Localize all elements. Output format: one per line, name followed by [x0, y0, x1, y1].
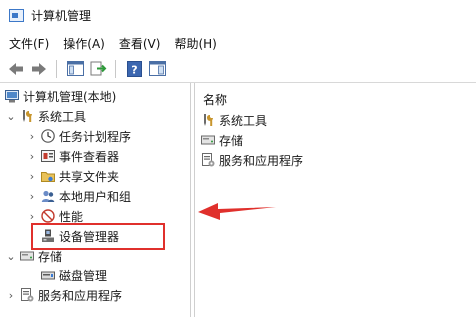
event-viewer-icon	[41, 149, 55, 163]
list-item[interactable]: 服务和应用程序	[201, 150, 303, 170]
tree-item-shared-folders[interactable]: › 共享文件夹	[26, 166, 119, 186]
svg-text:?: ?	[131, 63, 137, 76]
tree-item-system-tools[interactable]: ⌄ 系统工具	[5, 106, 86, 126]
disk-management-icon	[41, 268, 55, 282]
performance-icon	[41, 209, 55, 223]
title-bar: 计算机管理	[0, 0, 476, 30]
tree-item-label: 服务和应用程序	[38, 288, 123, 303]
properties-view-icon[interactable]	[147, 59, 167, 79]
storage-icon	[20, 249, 34, 263]
tools-icon	[20, 109, 34, 123]
list-item[interactable]: 系统工具	[201, 110, 267, 130]
chevron-right-icon[interactable]: ›	[26, 170, 38, 183]
list-item[interactable]: 存储	[201, 130, 243, 150]
tree-item-label: 存储	[38, 249, 63, 264]
tree-item-label: 共享文件夹	[59, 169, 120, 184]
chevron-down-icon[interactable]: ⌄	[5, 250, 17, 263]
help-icon[interactable]: ?	[124, 59, 144, 79]
highlight-box	[31, 223, 165, 250]
list-item-label: 存储	[219, 133, 244, 148]
show-hide-console-tree-icon[interactable]	[65, 59, 85, 79]
tree-item-task-scheduler[interactable]: › 任务计划程序	[26, 126, 131, 146]
chevron-right-icon[interactable]: ›	[26, 210, 38, 223]
tree-item-event-viewer[interactable]: › 事件查看器	[26, 146, 119, 166]
toolbar: ?	[0, 55, 476, 83]
console-tree-pane[interactable]: 计算机管理(本地) ⌄ 系统工具 › 任务计划程序 › 事件查看器 › 共享文件…	[0, 83, 191, 317]
tree-item-label: 磁盘管理	[59, 268, 108, 283]
tree-item-disk-management[interactable]: 磁盘管理	[41, 265, 107, 285]
services-icon	[201, 153, 215, 167]
back-icon[interactable]	[6, 59, 26, 79]
clock-icon	[41, 129, 55, 143]
computer-management-icon	[5, 89, 19, 103]
computer-management-icon	[9, 8, 24, 22]
chevron-right-icon[interactable]: ›	[26, 130, 38, 143]
annotation-arrow	[198, 203, 276, 220]
tree-item-label: 事件查看器	[59, 149, 120, 164]
users-icon	[41, 189, 55, 203]
toolbar-separator	[56, 59, 57, 78]
tree-item-local-users-groups[interactable]: › 本地用户和组	[26, 186, 131, 206]
chevron-right-icon[interactable]: ›	[26, 190, 38, 203]
tree-item-label: 系统工具	[38, 109, 87, 124]
tree-item-label: 本地用户和组	[59, 189, 132, 204]
menu-file[interactable]: 文件(F)	[0, 35, 56, 52]
menu-action[interactable]: 操作(A)	[56, 35, 112, 52]
menu-bar: 文件(F) 操作(A) 查看(V) 帮助(H)	[0, 32, 476, 54]
tree-item-label: 性能	[59, 209, 84, 224]
chevron-right-icon[interactable]: ›	[5, 289, 17, 302]
storage-icon	[201, 133, 215, 147]
toolbar-separator	[115, 59, 116, 78]
tree-item-computer-management-local[interactable]: 计算机管理(本地)	[5, 86, 116, 106]
menu-view[interactable]: 查看(V)	[112, 35, 168, 52]
chevron-down-icon[interactable]: ⌄	[5, 110, 17, 123]
services-icon	[20, 288, 34, 302]
tree-item-label: 任务计划程序	[59, 129, 132, 144]
menu-help[interactable]: 帮助(H)	[167, 35, 223, 52]
list-item-label: 系统工具	[219, 113, 268, 128]
forward-icon[interactable]	[29, 59, 49, 79]
tools-icon	[201, 113, 215, 127]
export-list-icon[interactable]	[88, 59, 108, 79]
chevron-right-icon[interactable]: ›	[26, 150, 38, 163]
column-header-name[interactable]: 名称	[203, 91, 227, 108]
shared-folder-icon	[41, 169, 55, 183]
tree-item-services-applications[interactable]: › 服务和应用程序	[5, 285, 122, 305]
tree-item-label: 计算机管理(本地)	[23, 89, 117, 104]
window-title: 计算机管理	[31, 8, 92, 23]
list-item-label: 服务和应用程序	[219, 153, 304, 168]
